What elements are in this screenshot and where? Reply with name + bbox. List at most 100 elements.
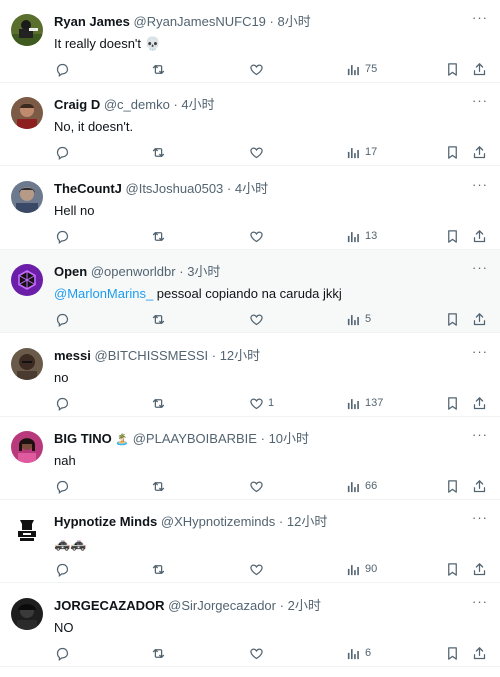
views-button[interactable]: 90 (346, 559, 377, 579)
share-button[interactable] (472, 393, 487, 413)
views-button[interactable]: 66 (346, 476, 377, 496)
reply-button[interactable] (55, 559, 70, 579)
retweet-button[interactable] (151, 309, 166, 329)
more-icon[interactable]: ··· (472, 178, 488, 191)
user-handle[interactable]: @openworldbr (91, 264, 176, 279)
user-handle[interactable]: @c_demko (104, 97, 170, 112)
view-count: 66 (365, 480, 378, 492)
avatar[interactable] (11, 348, 43, 380)
like-button[interactable] (249, 559, 264, 579)
reply-button[interactable] (55, 59, 70, 79)
share-button[interactable] (472, 476, 487, 496)
share-button[interactable] (472, 59, 487, 79)
timestamp[interactable]: 12小时 (220, 348, 260, 363)
display-name[interactable]: BIG TINO (54, 431, 112, 446)
timestamp[interactable]: 12小时 (287, 514, 327, 529)
user-handle[interactable]: @SirJorgecazador (168, 598, 276, 613)
like-button[interactable]: 1 (249, 393, 274, 413)
user-handle[interactable]: @ItsJoshua0503 (126, 181, 224, 196)
views-button[interactable]: 17 (346, 142, 377, 162)
bookmark-button[interactable] (445, 559, 460, 579)
timestamp[interactable]: 10小时 (269, 431, 309, 446)
reply-tweet[interactable]: Craig D @c_demko · 4小时 ··· No, it doesn'… (0, 83, 500, 166)
reply-button[interactable] (55, 476, 70, 496)
retweet-button[interactable] (151, 559, 166, 579)
like-button[interactable] (249, 59, 264, 79)
reply-tweet[interactable]: TheCountJ @ItsJoshua0503 · 4小时 ··· Hell … (0, 167, 500, 250)
timestamp[interactable]: 4小时 (181, 97, 214, 112)
like-button[interactable] (249, 476, 264, 496)
more-icon[interactable]: ··· (472, 345, 488, 358)
retweet-button[interactable] (151, 476, 166, 496)
share-button[interactable] (472, 643, 487, 663)
views-button[interactable]: 13 (346, 226, 377, 246)
user-handle[interactable]: @BITCHISSMESSI (95, 348, 209, 363)
avatar[interactable] (11, 97, 43, 129)
more-icon[interactable]: ··· (472, 94, 488, 107)
like-button[interactable] (249, 142, 264, 162)
avatar[interactable] (11, 14, 43, 46)
bookmark-button[interactable] (445, 142, 460, 162)
reply-tweet[interactable]: JORGECAZADOR @SirJorgecazador · 2小时 ··· … (0, 584, 500, 667)
user-handle[interactable]: @RyanJamesNUFC19 (134, 14, 266, 29)
reply-button[interactable] (55, 142, 70, 162)
reply-button[interactable] (55, 309, 70, 329)
bookmark-button[interactable] (445, 643, 460, 663)
like-button[interactable] (249, 643, 264, 663)
bookmark-button[interactable] (445, 393, 460, 413)
retweet-button[interactable] (151, 393, 166, 413)
share-button[interactable] (472, 226, 487, 246)
mention-link[interactable]: @MarlonMarins_ (54, 286, 153, 301)
display-name[interactable]: TheCountJ (54, 181, 122, 196)
views-button[interactable]: 137 (346, 393, 383, 413)
avatar[interactable] (11, 181, 43, 213)
bookmark-button[interactable] (445, 226, 460, 246)
views-icon (346, 396, 361, 411)
bookmark-button[interactable] (445, 476, 460, 496)
reply-tweet[interactable]: Open @openworldbr · 3小时 ··· @MarlonMarin… (0, 250, 500, 333)
reply-tweet[interactable]: BIG TINO 🏝️ @PLAAYBOIBARBIE · 10小时 ··· n… (0, 417, 500, 500)
like-button[interactable] (249, 309, 264, 329)
views-button[interactable]: 6 (346, 643, 371, 663)
timestamp[interactable]: 8小时 (278, 14, 311, 29)
display-name[interactable]: Craig D (54, 97, 100, 112)
bookmark-button[interactable] (445, 309, 460, 329)
user-handle[interactable]: @PLAAYBOIBARBIE (133, 431, 257, 446)
retweet-button[interactable] (151, 643, 166, 663)
display-name[interactable]: Open (54, 264, 87, 279)
share-button[interactable] (472, 559, 487, 579)
retweet-button[interactable] (151, 59, 166, 79)
like-button[interactable] (249, 226, 264, 246)
more-icon[interactable]: ··· (472, 511, 488, 524)
more-icon[interactable]: ··· (472, 428, 488, 441)
display-name[interactable]: JORGECAZADOR (54, 598, 165, 613)
bookmark-button[interactable] (445, 59, 460, 79)
share-button[interactable] (472, 309, 487, 329)
share-button[interactable] (472, 142, 487, 162)
display-name[interactable]: Ryan James (54, 14, 130, 29)
user-handle[interactable]: @XHypnotizeminds (161, 514, 275, 529)
more-icon[interactable]: ··· (472, 595, 488, 608)
reply-button[interactable] (55, 393, 70, 413)
display-name[interactable]: Hypnotize Minds (54, 514, 157, 529)
more-icon[interactable]: ··· (472, 11, 488, 24)
reply-tweet[interactable]: Hypnotize Minds @XHypnotizeminds · 12小时 … (0, 500, 500, 583)
avatar[interactable] (11, 431, 43, 463)
more-icon[interactable]: ··· (472, 261, 488, 274)
timestamp[interactable]: 4小时 (235, 181, 268, 196)
views-button[interactable]: 75 (346, 59, 377, 79)
retweet-button[interactable] (151, 226, 166, 246)
avatar[interactable] (11, 598, 43, 630)
display-name[interactable]: messi (54, 348, 91, 363)
reply-button[interactable] (55, 226, 70, 246)
timestamp[interactable]: 3小时 (187, 264, 220, 279)
reply-tweet[interactable]: Ryan James @RyanJamesNUFC19 · 8小时 ··· It… (0, 0, 500, 83)
views-button[interactable]: 5 (346, 309, 371, 329)
avatar[interactable] (11, 514, 43, 546)
avatar[interactable] (11, 264, 43, 296)
retweet-icon (151, 646, 166, 661)
timestamp[interactable]: 2小时 (288, 598, 321, 613)
reply-button[interactable] (55, 643, 70, 663)
reply-tweet[interactable]: messi @BITCHISSMESSI · 12小时 ··· no 1 137 (0, 334, 500, 417)
retweet-button[interactable] (151, 142, 166, 162)
